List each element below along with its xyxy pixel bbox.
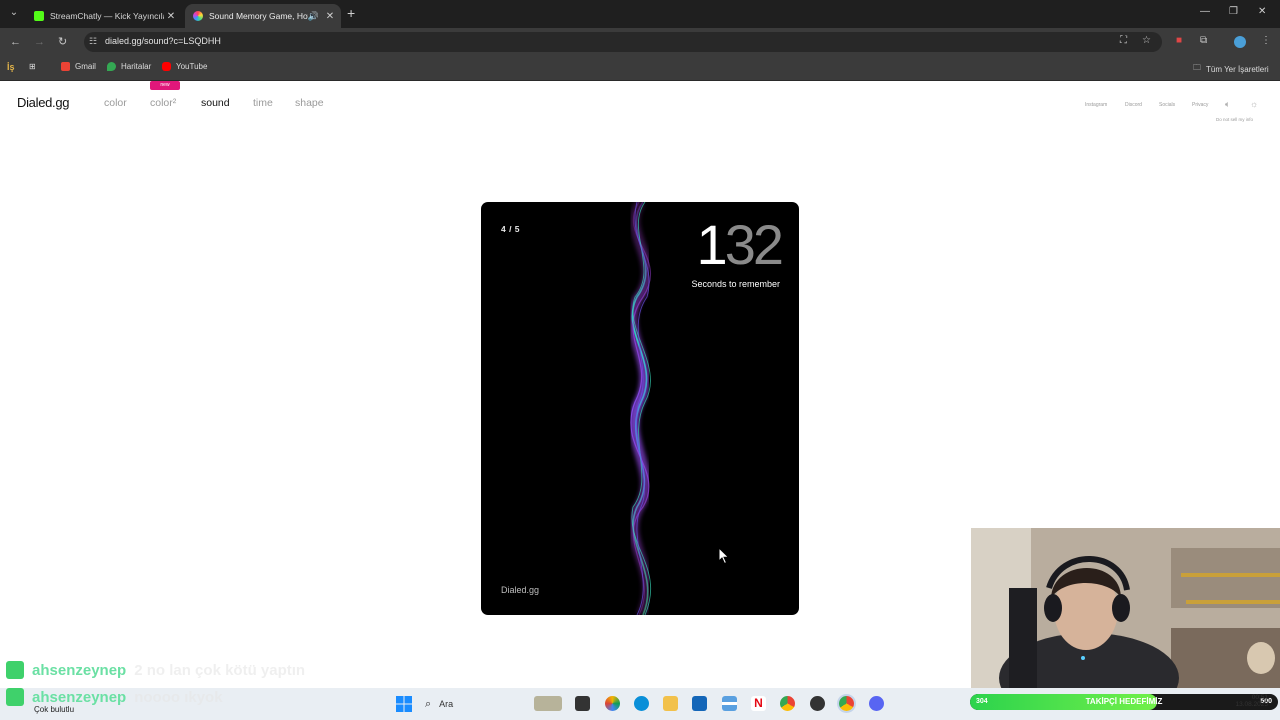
speaker-icon[interactable]: 🔊 xyxy=(308,11,319,22)
windows-start-icon[interactable] xyxy=(396,696,412,712)
maximize-icon[interactable]: ❐ xyxy=(1229,6,1238,17)
nav-shape[interactable]: shape xyxy=(295,97,324,109)
chat-message: ahsenzeynep 2 no lan çok kötü yaptın xyxy=(6,661,305,679)
taskbar-clock[interactable]: 00:51 13.08.2025 xyxy=(1228,694,1268,708)
countdown-caption: Seconds to remember xyxy=(691,279,780,289)
kick-favicon-icon xyxy=(34,11,44,21)
theme-sun-icon[interactable]: ☼ xyxy=(1250,99,1258,109)
file-explorer-icon[interactable] xyxy=(663,696,678,711)
maps-pin-icon xyxy=(107,62,116,71)
link-instagram[interactable]: Instagram xyxy=(1085,102,1107,108)
chat-text: 2 no lan çok kötü yaptın xyxy=(134,661,306,679)
mouse-cursor-icon xyxy=(718,547,730,565)
bookmark-label: YouTube xyxy=(176,62,208,71)
chrome-icon[interactable] xyxy=(780,696,795,711)
extension-record-icon[interactable]: ■ xyxy=(1176,35,1182,46)
reload-icon[interactable]: ↻ xyxy=(58,35,67,49)
bookmark-label: Gmail xyxy=(75,62,96,71)
kebab-menu-icon[interactable]: ⋮ xyxy=(1261,35,1271,46)
site-info-icon[interactable]: ☷ xyxy=(89,36,97,47)
close-icon[interactable]: ✕ xyxy=(323,11,337,22)
countdown-trail-digits: 32 xyxy=(724,213,784,276)
follower-goal-current: 304 xyxy=(976,698,988,705)
url-text[interactable]: dialed.gg/sound?c=LSQDHH xyxy=(105,36,221,46)
folder-icon: 🗀 xyxy=(1193,63,1201,72)
chat-message: ahsenzeynep noooo ıkyok xyxy=(6,688,223,706)
bookmark-haritalar[interactable]: Haritalar xyxy=(107,62,151,71)
new-badge: new xyxy=(150,81,180,90)
minimize-icon[interactable]: — xyxy=(1200,6,1210,17)
countdown-lead-digit: 1 xyxy=(696,213,728,276)
link-socials[interactable]: Socials xyxy=(1159,102,1175,108)
bookmark-label: Haritalar xyxy=(121,62,152,71)
close-icon[interactable]: ✕ xyxy=(164,11,178,22)
link-discord[interactable]: Discord xyxy=(1125,102,1142,108)
game-card[interactable]: 4 / 5 132 Seconds to remember Dialed.gg xyxy=(481,202,799,615)
bookmark-star-icon[interactable]: ☆ xyxy=(1142,35,1151,46)
flag-app-icon[interactable] xyxy=(722,696,737,711)
nav-sound[interactable]: sound xyxy=(201,97,230,109)
weather-widget[interactable]: Çok bulutlu xyxy=(34,705,74,714)
clock-date: 13.08.2025 xyxy=(1235,701,1268,708)
countdown-timer: 132 xyxy=(696,213,784,276)
tab-title: Sound Memory Game, How xyxy=(209,11,308,21)
bookmark-gmail[interactable]: Gmail xyxy=(61,62,96,71)
translate-icon[interactable]: ⛶ xyxy=(1120,35,1127,46)
task-view-icon[interactable] xyxy=(575,696,590,711)
copilot-icon[interactable] xyxy=(605,696,620,711)
bookmark-label: Tüm Yer İşaretleri xyxy=(1206,64,1269,74)
site-logo[interactable]: Dialed.gg xyxy=(17,95,70,110)
new-tab-plus-icon[interactable]: + xyxy=(347,6,355,20)
address-bar[interactable]: ☷ dialed.gg/sound?c=LSQDHH xyxy=(84,32,1162,52)
sound-waveform xyxy=(627,202,653,615)
search-icon: ⌕ xyxy=(425,697,432,710)
browser-toolbar: ← → ↻ ☷ dialed.gg/sound?c=LSQDHH ⛶ ☆ ■ ⧉… xyxy=(0,28,1280,56)
widget-thumbnail-icon[interactable] xyxy=(534,696,562,711)
tab-sound-memory-game[interactable]: Sound Memory Game, How 🔊 ✕ xyxy=(185,4,341,28)
youtube-icon xyxy=(162,62,171,71)
webcam-overlay xyxy=(971,528,1280,690)
profile-avatar-icon[interactable] xyxy=(1234,36,1246,48)
dialed-favicon-icon xyxy=(193,11,203,21)
nav-time[interactable]: time xyxy=(253,97,273,109)
round-progress: 4 / 5 xyxy=(501,224,521,234)
card-logo: Dialed.gg xyxy=(501,585,540,595)
streamer-webcam-image xyxy=(971,528,1280,690)
discord-icon[interactable] xyxy=(869,696,884,711)
browser-tab-strip: ⌄ StreamChatly — Kick Yayıncıları ✕ Soun… xyxy=(0,0,1280,28)
gmail-icon xyxy=(61,62,70,71)
chat-username: ahsenzeynep xyxy=(32,688,127,706)
forward-arrow-icon[interactable]: → xyxy=(34,35,45,49)
bookmarks-bar: İş ⊞ Gmail Haritalar YouTube 🗀 Tüm Yer İ… xyxy=(0,56,1280,81)
back-arrow-icon[interactable]: ← xyxy=(10,35,21,49)
netflix-icon[interactable]: N xyxy=(751,696,766,711)
extensions-puzzle-icon[interactable]: ⧉ xyxy=(1200,35,1207,46)
kick-badge-icon xyxy=(6,661,24,679)
tab-streamchatly[interactable]: StreamChatly — Kick Yayıncıları ✕ xyxy=(26,4,182,28)
workspace-icon[interactable]: İş xyxy=(7,62,15,72)
nav-color[interactable]: color xyxy=(104,97,127,109)
tab-title: StreamChatly — Kick Yayıncıları xyxy=(50,11,164,21)
edge-icon[interactable] xyxy=(634,696,649,711)
chrome-active-icon[interactable] xyxy=(839,696,854,711)
do-not-sell-link[interactable]: Do not sell my info xyxy=(1216,117,1253,122)
chat-text: noooo ıkyok xyxy=(134,688,223,706)
taskbar-search[interactable]: ⌕ Ara xyxy=(425,696,453,712)
apps-grid-icon[interactable]: ⊞ xyxy=(29,62,36,71)
sound-toggle-icon[interactable]: 🔈︎ xyxy=(1225,99,1230,110)
chat-username: ahsenzeynep xyxy=(32,661,127,679)
bookmark-youtube[interactable]: YouTube xyxy=(162,62,207,71)
store-icon[interactable] xyxy=(692,696,707,711)
kick-badge-icon xyxy=(6,688,24,706)
nav-color2[interactable]: color² xyxy=(150,97,176,109)
window-close-icon[interactable]: ✕ xyxy=(1258,6,1266,17)
search-placeholder: Ara xyxy=(439,699,454,709)
all-bookmarks-folder[interactable]: 🗀 Tüm Yer İşaretleri xyxy=(1193,62,1269,76)
link-privacy[interactable]: Privacy xyxy=(1192,102,1208,108)
tab-search-icon[interactable]: ⌄ xyxy=(6,5,22,21)
clock-time: 00:51 xyxy=(1251,694,1268,701)
obs-icon[interactable] xyxy=(810,696,825,711)
